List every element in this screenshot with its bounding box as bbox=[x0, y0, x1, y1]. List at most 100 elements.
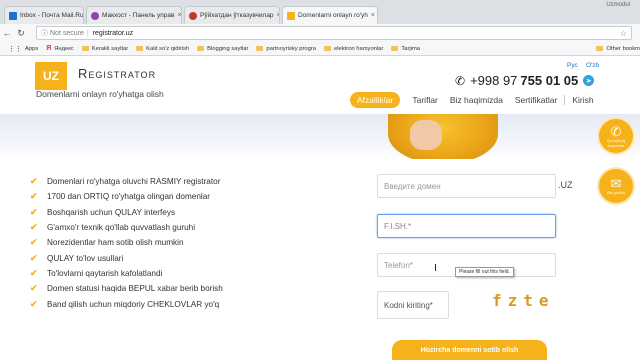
list-item: ✔ G'amxo'r texnik qo'llab quvvatlash guru… bbox=[30, 220, 223, 235]
hero-image bbox=[388, 114, 498, 159]
callback-button[interactable]: ✆ Qo'ng'iroq buyurtma bbox=[597, 117, 635, 155]
divider: | bbox=[86, 29, 89, 37]
nav-biz-haqimizda[interactable]: Biz haqimizda bbox=[450, 95, 503, 105]
bookmark-folder[interactable]: Blogging saytlar bbox=[197, 46, 248, 52]
lang-ru[interactable]: Рус bbox=[567, 62, 578, 69]
nav-divider bbox=[564, 95, 566, 105]
domain-input[interactable]: Введите домен bbox=[377, 174, 556, 198]
bookmark-folder[interactable]: partnoyrisky progra bbox=[256, 46, 316, 52]
feature-text: Boshqarish uchun QULAY interfeys bbox=[47, 207, 176, 217]
url-text[interactable]: registrator.uz bbox=[93, 30, 133, 37]
close-icon[interactable]: × bbox=[274, 12, 279, 19]
bookmark-folder[interactable]: Kerakli saytlar bbox=[81, 45, 129, 52]
feature-text: Domen statusi haqida BEPUL xabar berib b… bbox=[47, 284, 223, 294]
callback-label: Qo'ng'iroq buyurtma bbox=[607, 137, 625, 148]
list-item: ✔ 1700 dan ORTIQ ro'yhatga olingan domenl… bbox=[30, 189, 223, 204]
feature-text: Domenlari ro'yhatga oluvchi RASMIY regis… bbox=[47, 177, 221, 187]
lang-uz[interactable]: O'zb bbox=[586, 62, 599, 69]
fio-input[interactable]: F.I.SH.* bbox=[377, 214, 556, 238]
list-item: ✔ QULAY to'lov usullari bbox=[30, 250, 223, 265]
captcha-input[interactable]: Kodni kiriting* bbox=[377, 291, 449, 319]
folder-icon bbox=[81, 46, 89, 51]
feature-text: Norezidentlar ham sotib olish mumkin bbox=[47, 238, 184, 248]
bookmark-folder[interactable]: elektron hamyonlar bbox=[324, 46, 383, 52]
write-us-button[interactable]: ✉ Biz yozish bbox=[597, 167, 635, 205]
write-us-label: Biz yozish bbox=[606, 190, 625, 195]
submit-button[interactable]: Hozircha domenni sotib olish bbox=[392, 340, 547, 360]
phone-number[interactable]: ✆ +998 97 755 01 05 ➤ bbox=[455, 73, 595, 88]
check-icon: ✔ bbox=[30, 176, 38, 187]
browser-tab[interactable]: Inbox - Почта Mail.Ru × bbox=[4, 6, 84, 24]
tab-label: Domenlarni onlayn ro'yh bbox=[298, 12, 368, 19]
bookmark-label: partnoyrisky progra bbox=[266, 45, 317, 52]
logo[interactable]: UZ bbox=[35, 62, 67, 90]
bookmark-folder[interactable]: Tarjima bbox=[391, 46, 420, 52]
list-item: ✔ Domenlari ro'yhatga oluvchi RASMIY regi… bbox=[30, 174, 223, 189]
list-item: ✔ Norezidentlar ham sotib olish mumkin bbox=[30, 235, 223, 250]
brand-name[interactable]: Registrator bbox=[78, 66, 156, 81]
phone-prefix: +998 97 bbox=[470, 73, 518, 88]
bookmark-label: Other bookm bbox=[606, 45, 640, 52]
nav-sertifikatlar[interactable]: Sertifikatlar bbox=[515, 95, 558, 105]
bookmark-label: Kerakli saytlar bbox=[91, 45, 129, 52]
telegram-icon[interactable]: ➤ bbox=[583, 75, 595, 86]
nav-tariflar[interactable]: Tariflar bbox=[412, 95, 438, 105]
folder-icon bbox=[596, 46, 604, 51]
list-item: ✔ Band qilish uchun miqdoriy CHEKLOVLAR y… bbox=[30, 296, 223, 311]
check-icon: ✔ bbox=[30, 298, 38, 309]
feature-text: QULAY to'lov usullari bbox=[47, 253, 124, 263]
close-icon[interactable]: × bbox=[174, 12, 181, 19]
browser-tab[interactable]: Рўйхатдан ўтказувчилар × bbox=[184, 6, 280, 24]
check-icon: ✔ bbox=[30, 267, 38, 278]
folder-icon bbox=[136, 46, 144, 51]
folder-icon bbox=[324, 46, 332, 51]
main-nav: Afzalliklar Tariflar Biz haqimizda Serti… bbox=[350, 92, 606, 108]
apps-icon: ⋮⋮ bbox=[8, 45, 22, 53]
list-item: ✔ To'lovlarni qaytarish kafolatlandi bbox=[30, 266, 223, 281]
folder-icon bbox=[256, 46, 264, 51]
star-icon[interactable]: ☆ bbox=[620, 29, 627, 38]
uz-icon bbox=[287, 11, 295, 20]
close-icon[interactable]: × bbox=[368, 12, 375, 19]
feature-text: 1700 dan ORTIQ ro'yhatga olingan domenla… bbox=[47, 192, 210, 202]
reload-icon[interactable]: ↻ bbox=[14, 28, 28, 39]
check-icon: ✔ bbox=[30, 206, 38, 217]
bookmark-apps[interactable]: ⋮⋮ Apps bbox=[8, 45, 38, 53]
address-row: ← ↻ ⓘ Not secure | registrator.uz ☆ bbox=[0, 24, 640, 42]
info-icon[interactable]: ⓘ bbox=[41, 28, 48, 38]
bookmark-label: Blogging saytlar bbox=[207, 45, 249, 52]
feature-text: To'lovlarni qaytarish kafolatlandi bbox=[47, 268, 163, 278]
bookmark-yandex[interactable]: Я Яндекс bbox=[46, 45, 74, 52]
security-label: Not secure bbox=[50, 29, 84, 37]
check-icon: ✔ bbox=[30, 191, 38, 202]
bookmark-label: Apps bbox=[25, 45, 39, 52]
nav-afzalliklar[interactable]: Afzalliklar bbox=[350, 92, 401, 108]
tab-label: Inbox - Почта Mail.Ru bbox=[20, 12, 84, 19]
website: UZ Registrator Domenlarni onlayn ro'yhat… bbox=[0, 56, 640, 360]
bookmarks-bar: ⋮⋮ Apps Я Яндекс Kerakli saytlar Kalit s… bbox=[0, 42, 640, 56]
bookmark-label: Tarjima bbox=[401, 45, 421, 52]
other-bookmarks[interactable]: Other bookm bbox=[596, 46, 640, 52]
domain-suffix: .UZ bbox=[558, 180, 573, 190]
hero-image-face bbox=[410, 120, 442, 150]
nav-kirish[interactable]: Kirish bbox=[572, 95, 593, 105]
phone-icon: ✆ bbox=[455, 73, 466, 88]
address-bar[interactable]: ⓘ Not secure | registrator.uz ☆ bbox=[36, 26, 632, 40]
browser-tab[interactable]: Макхост - Панель управ × bbox=[86, 6, 182, 24]
list-item: ✔ Boshqarish uchun QULAY interfeys bbox=[30, 205, 223, 220]
phone-main: 755 01 05 bbox=[520, 73, 579, 88]
bookmark-folder[interactable]: Kalit so'z qidirish bbox=[136, 46, 189, 52]
profile-name[interactable]: Uzmodul bbox=[606, 2, 630, 8]
folder-icon bbox=[197, 46, 205, 51]
check-icon: ✔ bbox=[30, 222, 38, 233]
list-item: ✔ Domen statusi haqida BEPUL xabar berib … bbox=[30, 281, 223, 296]
back-icon[interactable]: ← bbox=[0, 28, 14, 38]
captcha-image: fzte bbox=[492, 291, 555, 310]
text-cursor-icon: I bbox=[434, 263, 437, 274]
validation-tooltip: Please fill out this field. bbox=[455, 267, 514, 277]
envelope-icon: ✉ bbox=[610, 176, 622, 191]
folder-icon bbox=[391, 46, 399, 51]
mail-icon bbox=[9, 11, 17, 20]
browser-tab-active[interactable]: Domenlarni onlayn ro'yh × bbox=[282, 6, 378, 24]
hero-banner bbox=[0, 114, 640, 159]
